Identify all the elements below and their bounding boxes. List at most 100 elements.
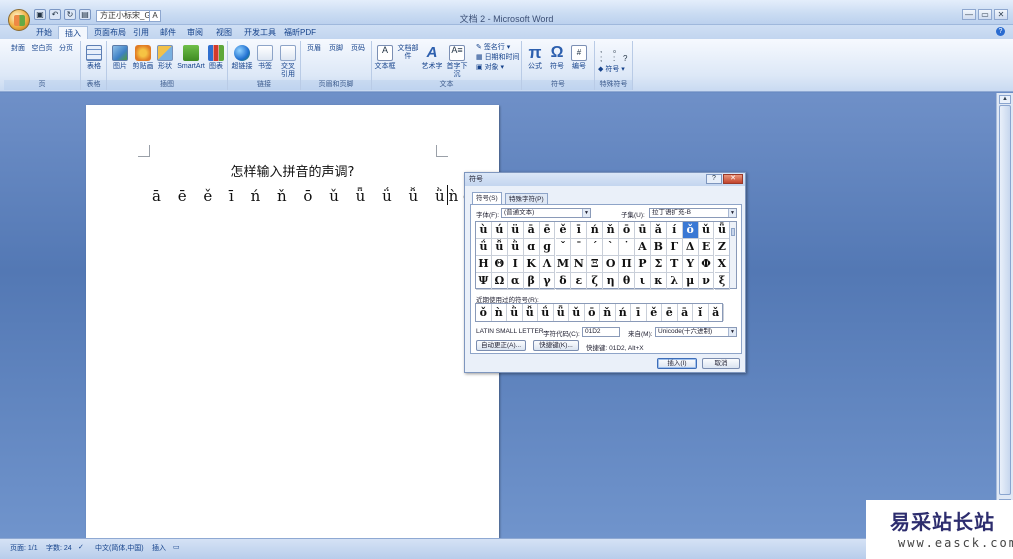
recent-symbol-cell[interactable]: ē bbox=[662, 304, 678, 321]
symbol-cell[interactable]: í bbox=[666, 222, 683, 239]
symbol-cell[interactable]: ō bbox=[619, 222, 635, 239]
symbol-cell[interactable]: Ε bbox=[698, 239, 715, 256]
recent-symbol-cell[interactable]: ń bbox=[616, 304, 631, 321]
vertical-scrollbar[interactable]: ▲ ▼ bbox=[996, 93, 1013, 538]
symbol-cell[interactable]: Δ bbox=[682, 239, 699, 256]
table-button[interactable]: 表格 bbox=[83, 45, 105, 71]
symbol-cell[interactable]: ú bbox=[491, 222, 508, 239]
symbol-cell[interactable]: Ψ bbox=[476, 273, 492, 290]
symbol-grid[interactable]: ξ ν μ λ κ ι θ η ζ ε δ γ β α Ω Ψ Χ Φ Υ Τ Σ Ρ Π Ο Ξ Ν Μ Λ Κ Ι Θ Η Ζ Ε Δ Γ Β Α ˙ ˋ… bbox=[475, 221, 737, 290]
recent-symbols-row[interactable]: ǒǹǜǚǘǖǔōňńīěēāǐǎ bbox=[475, 303, 724, 322]
recent-symbol-cell[interactable]: ǚ bbox=[523, 304, 538, 321]
symbol-cell[interactable]: Η bbox=[476, 256, 492, 273]
symbol-cell[interactable]: α bbox=[507, 273, 524, 290]
grid-scrollbar[interactable] bbox=[729, 222, 736, 288]
recent-symbol-cell[interactable]: ǜ bbox=[507, 304, 523, 321]
symbol-cell[interactable]: ü bbox=[507, 222, 524, 239]
tab-references[interactable]: 引用 bbox=[127, 26, 155, 39]
symbol-cell[interactable]: ɡ bbox=[539, 239, 556, 256]
symbol-cell[interactable]: ξ bbox=[714, 273, 731, 290]
symbol-cell[interactable]: ň bbox=[603, 222, 620, 239]
symbol-cell[interactable]: ν bbox=[698, 273, 715, 290]
special-char-comma[interactable]: , bbox=[600, 45, 602, 54]
recent-symbol-cell[interactable]: ǔ bbox=[569, 304, 585, 321]
picture-button[interactable]: 图片 bbox=[109, 45, 131, 71]
textbox-button[interactable]: A 文本框 bbox=[374, 45, 396, 71]
symbol-cell[interactable]: μ bbox=[682, 273, 699, 290]
symbol-cell[interactable]: Ι bbox=[507, 256, 524, 273]
symbol-cell[interactable]: Μ bbox=[555, 256, 572, 273]
tab-symbols[interactable]: 符号(S) bbox=[472, 192, 502, 204]
proofing-icon[interactable]: ✓ bbox=[78, 543, 84, 551]
special-symbol-button[interactable]: ◆ 符号 ▾ bbox=[598, 65, 625, 75]
subset-select[interactable]: 拉丁语扩充-B ▼ bbox=[649, 208, 737, 218]
tab-page-layout[interactable]: 页面布局 bbox=[88, 26, 132, 39]
symbol-cell[interactable]: Γ bbox=[666, 239, 683, 256]
special-char-colon[interactable]: : bbox=[613, 54, 615, 63]
document-page[interactable]: 怎样输入拼音的声调? ā ē ě ī ń ň ō ǔ ǖ ǘ ǚ ǜǹ ǒ bbox=[86, 105, 499, 538]
shapes-button[interactable]: 形状 bbox=[154, 45, 176, 71]
page-break-button[interactable]: 分页 bbox=[55, 45, 157, 166]
object-button[interactable]: ▣ 对象 ▾ bbox=[476, 63, 504, 73]
dialog-close-button[interactable]: ✕ bbox=[723, 174, 743, 184]
symbol-cell[interactable]: ǔ bbox=[698, 222, 715, 239]
symbol-cell[interactable]: ζ bbox=[587, 273, 604, 290]
symbol-button[interactable]: Ω 符号 bbox=[546, 45, 568, 71]
status-language[interactable]: 中文(简体,中国) bbox=[95, 543, 144, 553]
tab-home[interactable]: 开始 bbox=[30, 26, 58, 39]
office-button[interactable] bbox=[8, 9, 30, 31]
symbol-cell[interactable]: Τ bbox=[666, 256, 683, 273]
tab-developer[interactable]: 开发工具 bbox=[238, 26, 282, 39]
symbol-cell[interactable]: λ bbox=[666, 273, 683, 290]
equation-button[interactable]: π 公式 bbox=[524, 44, 546, 71]
symbol-cell[interactable]: Λ bbox=[539, 256, 556, 273]
special-char-question[interactable]: ? bbox=[623, 54, 627, 63]
symbol-cell[interactable]: η bbox=[603, 273, 620, 290]
numbering-button[interactable]: # 编号 bbox=[568, 45, 590, 71]
symbol-cell[interactable]: θ bbox=[619, 273, 635, 290]
recent-symbol-cell[interactable]: ī bbox=[631, 304, 647, 321]
dialog-help-button[interactable]: ? bbox=[706, 174, 722, 184]
status-insert-mode[interactable]: 插入 bbox=[152, 543, 166, 553]
symbol-cell[interactable]: ǚ bbox=[491, 239, 508, 256]
symbol-cell[interactable]: ě bbox=[555, 222, 572, 239]
symbol-cell[interactable]: ˇ bbox=[555, 239, 572, 256]
recent-symbol-cell[interactable]: ā bbox=[678, 304, 693, 321]
symbol-cell[interactable]: ù bbox=[476, 222, 492, 239]
special-char-period[interactable]: 。 bbox=[613, 45, 621, 54]
symbol-cell[interactable]: ε bbox=[571, 273, 588, 290]
symbol-cell[interactable]: Φ bbox=[698, 256, 715, 273]
symbol-cell[interactable]: ī bbox=[571, 222, 588, 239]
symbol-cell[interactable]: ǒ bbox=[682, 222, 699, 239]
pinyin-line[interactable]: ā ē ě ī ń ň ō ǔ ǖ ǘ ǚ ǜǹ ǒ bbox=[152, 185, 472, 205]
symbol-cell[interactable]: ˋ bbox=[603, 239, 620, 256]
autocorrect-button[interactable]: 自动更正(A)... bbox=[476, 340, 526, 351]
symbol-cell[interactable]: ū bbox=[635, 222, 651, 239]
tab-insert[interactable]: 插入 bbox=[58, 26, 88, 39]
signature-line-button[interactable]: ✎ 签名行 ▾ bbox=[476, 43, 510, 53]
recent-symbol-cell[interactable]: ō bbox=[585, 304, 600, 321]
special-char-semicolon[interactable]: ; bbox=[600, 54, 602, 63]
recent-symbol-cell[interactable]: ǖ bbox=[554, 304, 569, 321]
tab-foxit-pdf[interactable]: 福昕PDF bbox=[278, 26, 322, 39]
chart-button[interactable]: 图表 bbox=[205, 45, 227, 71]
wordart-button[interactable]: A 艺术字 bbox=[421, 45, 443, 71]
footer-button[interactable]: 页脚 bbox=[325, 45, 427, 166]
symbol-cell[interactable]: ǜ bbox=[507, 239, 524, 256]
header-button[interactable]: 页眉 bbox=[303, 45, 405, 166]
symbol-cell[interactable]: Β bbox=[650, 239, 667, 256]
symbol-cell[interactable]: ˊ bbox=[587, 239, 604, 256]
symbol-cell[interactable]: ē bbox=[539, 222, 556, 239]
recent-symbol-cell[interactable]: ǒ bbox=[476, 304, 492, 321]
tab-mailings[interactable]: 邮件 bbox=[154, 26, 182, 39]
cancel-button[interactable]: 取消 bbox=[702, 358, 740, 369]
symbol-cell[interactable]: Ρ bbox=[635, 256, 651, 273]
date-time-button[interactable]: ▦ 日期和时间 bbox=[476, 53, 520, 63]
clipart-button[interactable]: 剪贴画 bbox=[132, 45, 154, 71]
shortcut-key-button[interactable]: 快捷键(K)... bbox=[533, 340, 579, 351]
quick-parts-button[interactable]: 文档部件 bbox=[397, 45, 499, 166]
symbol-cell[interactable]: ˉ bbox=[571, 239, 588, 256]
macro-record-icon[interactable]: ▭ bbox=[173, 543, 180, 551]
symbol-cell[interactable]: ˙ bbox=[619, 239, 635, 256]
status-word-count[interactable]: 字数: 24 bbox=[46, 543, 72, 553]
